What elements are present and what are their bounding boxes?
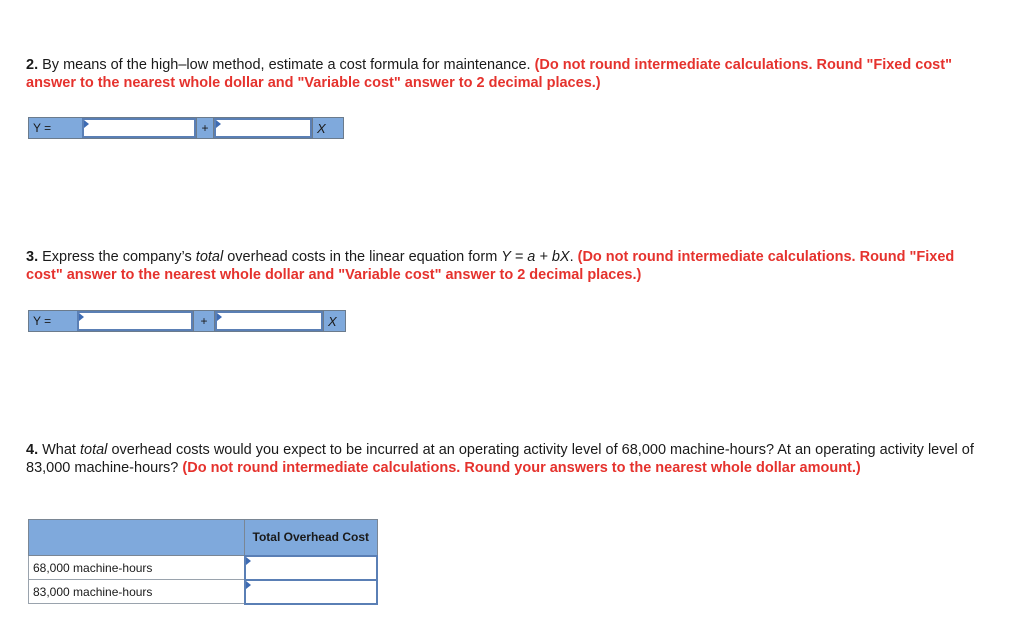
emphasis-total: total	[195, 249, 224, 265]
question-3: 3. Express the company’s total overhead …	[26, 248, 976, 284]
table-row: 83,000 machine-hours	[28, 578, 378, 605]
question-4: 4. What total overhead costs would you e…	[26, 441, 976, 477]
y-equals-label: Y =	[29, 118, 82, 138]
variable-cost-input-wrapper[interactable]	[215, 311, 323, 331]
x-label: X	[323, 311, 345, 331]
header-blank-cell	[28, 519, 245, 556]
question-text: Express the company’s	[38, 249, 196, 265]
fixed-cost-input-wrapper[interactable]	[77, 311, 193, 331]
cost-formula-equation-q2: Y = + X	[28, 117, 344, 139]
fixed-cost-input[interactable]	[79, 313, 191, 329]
emphasis-total: total	[80, 442, 108, 458]
total-overhead-input-cell[interactable]	[243, 578, 378, 605]
variable-cost-input-wrapper[interactable]	[214, 118, 312, 138]
input-flag-icon	[245, 556, 251, 565]
y-equals-label: Y =	[29, 311, 77, 331]
table-header-row: Total Overhead Cost	[28, 519, 378, 556]
question-number: 3.	[26, 249, 39, 265]
instruction-text: (Do not round intermediate calculations.…	[182, 460, 861, 476]
column-header-total-overhead-cost: Total Overhead Cost	[244, 519, 378, 556]
variable-cost-input[interactable]	[216, 120, 310, 136]
question-text: What	[38, 442, 80, 458]
total-overhead-input-cell[interactable]	[243, 554, 378, 581]
x-label: X	[312, 118, 343, 138]
input-flag-icon	[245, 580, 251, 589]
cost-formula-equation-q3: Y = + X	[28, 310, 346, 332]
variable-cost-input[interactable]	[217, 313, 321, 329]
total-overhead-input-68000[interactable]	[245, 556, 376, 579]
fixed-cost-input-wrapper[interactable]	[82, 118, 196, 138]
punctuation: .	[569, 249, 578, 265]
question-text: By means of the high–low method, estimat…	[38, 57, 535, 73]
linear-formula: Y = a + bX	[501, 249, 570, 265]
question-number: 2.	[26, 57, 39, 73]
question-text: overhead costs in the linear equation fo…	[223, 249, 502, 265]
overhead-cost-table: Total Overhead Cost 68,000 machine-hours…	[28, 519, 378, 605]
input-flag-icon	[84, 120, 89, 128]
input-flag-icon	[217, 313, 222, 321]
plus-sign: +	[193, 311, 215, 331]
plus-sign: +	[196, 118, 214, 138]
table-row: 68,000 machine-hours	[28, 554, 378, 581]
input-flag-icon	[79, 313, 84, 321]
fixed-cost-input[interactable]	[84, 120, 194, 136]
input-flag-icon	[216, 120, 221, 128]
row-label: 83,000 machine-hours	[28, 579, 245, 604]
row-label: 68,000 machine-hours	[28, 555, 245, 580]
question-2: 2. By means of the high–low method, esti…	[26, 56, 976, 92]
total-overhead-input-83000[interactable]	[245, 580, 376, 603]
question-number: 4.	[26, 442, 39, 458]
